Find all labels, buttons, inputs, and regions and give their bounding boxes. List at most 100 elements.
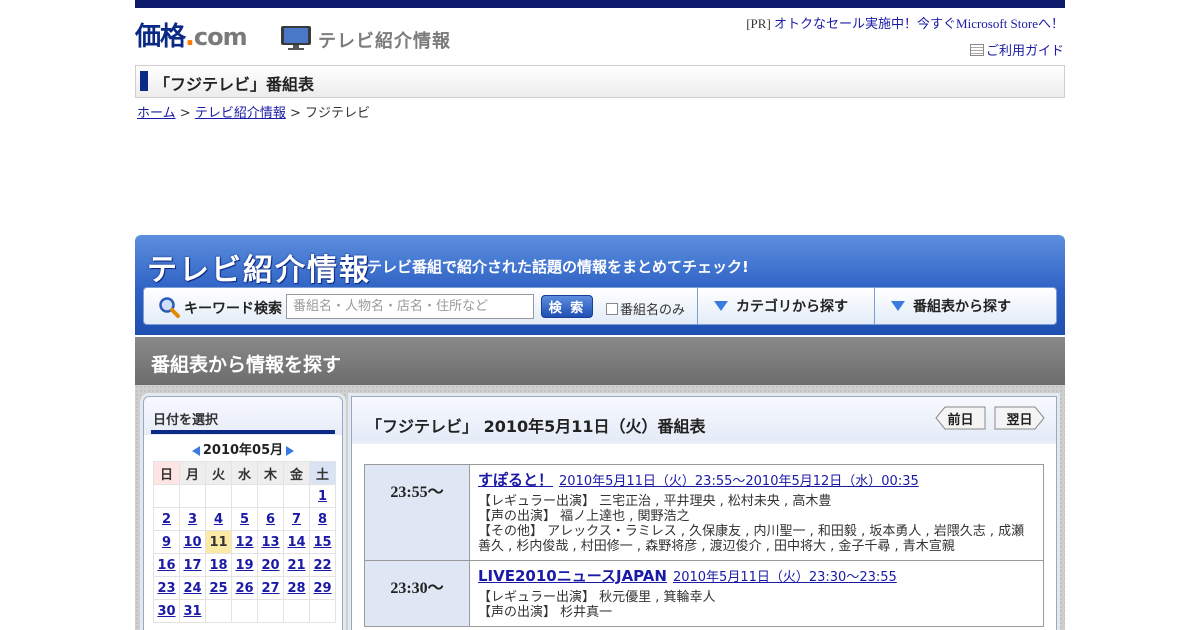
calendar-day[interactable]: 23 — [153, 576, 180, 600]
program-title-link[interactable]: すぽると！ — [478, 471, 553, 489]
calendar-day[interactable]: 26 — [231, 576, 258, 600]
program-airtime-link[interactable]: 2010年5月11日（火）23:55～2010年5月12日（水）00:35 — [559, 474, 919, 489]
keyword-search-label: キーワード検索 — [184, 301, 282, 317]
breadcrumb: ホーム > テレビ紹介情報 > フジテレビ — [137, 102, 370, 121]
calendar-day[interactable]: 30 — [153, 599, 180, 623]
calendar-day[interactable]: 22 — [309, 553, 336, 577]
calendar-day[interactable]: 13 — [257, 530, 284, 554]
calendar-day[interactable]: 6 — [257, 507, 284, 531]
calendar-day[interactable]: 15 — [309, 530, 336, 554]
guide-link-wrap[interactable]: ご利用ガイド — [969, 40, 1064, 59]
calendar-day[interactable]: 28 — [283, 576, 310, 600]
calendar-day-link[interactable]: 25 — [209, 581, 227, 596]
calendar-day[interactable]: 14 — [283, 530, 310, 554]
calendar-day-link[interactable]: 23 — [157, 581, 175, 596]
calendar-day-link[interactable]: 30 — [157, 604, 175, 619]
calendar-day[interactable]: 2 — [153, 507, 180, 531]
calendar-day-link[interactable]: 18 — [209, 558, 227, 573]
calendar-day-link[interactable]: 6 — [266, 512, 275, 527]
guide-link[interactable]: ご利用ガイド — [986, 40, 1064, 59]
program-name-only-checkbox[interactable]: 番組名のみ — [606, 299, 685, 318]
search-button[interactable]: 検 索 — [541, 295, 593, 318]
calendar-day[interactable]: 10 — [179, 530, 206, 554]
breadcrumb-home[interactable]: ホーム — [137, 106, 176, 121]
calendar-day[interactable]: 1 — [309, 484, 336, 508]
calendar-day[interactable]: 18 — [205, 553, 232, 577]
cast-line: 【レギュラー出演】 三宅正治 , 平井理央 , 松村未央 , 高木豊 — [478, 494, 832, 509]
calendar-rule — [151, 430, 335, 434]
calendar-day-link[interactable]: 17 — [183, 558, 201, 573]
calendar-day[interactable]: 17 — [179, 553, 206, 577]
calendar-day-link[interactable]: 24 — [183, 581, 201, 596]
calendar-day[interactable]: 3 — [179, 507, 206, 531]
calendar-day-link[interactable]: 8 — [318, 512, 327, 527]
calendar-day-link[interactable]: 3 — [188, 512, 197, 527]
schedule-search-link[interactable]: 番組表から探す — [874, 288, 1057, 324]
next-day-label: 翌日 — [1006, 412, 1033, 428]
calendar-day[interactable]: 27 — [257, 576, 284, 600]
calendar-day-link[interactable]: 31 — [183, 604, 201, 619]
calendar-grid: 日月火水木金土 1 2 3 4 5 6 7 8 9 10 11 12 13 14 15 16 17 18 19 20 2… — [153, 461, 336, 623]
checkbox-box[interactable] — [606, 302, 618, 315]
prev-day-button[interactable]: 前日 — [935, 406, 986, 430]
calendar-day[interactable]: 5 — [231, 507, 258, 531]
section-logo-title[interactable]: テレビ紹介情報 — [318, 27, 451, 53]
triangle-down-icon — [891, 301, 905, 311]
prev-month-icon[interactable] — [191, 445, 200, 456]
kakaku-logo[interactable]: 価格.com — [135, 20, 248, 52]
calendar-day-link[interactable]: 29 — [313, 581, 331, 596]
calendar-day-link[interactable]: 9 — [162, 535, 171, 550]
calendar-day[interactable]: 12 — [231, 530, 258, 554]
pr-link[interactable]: オトクなセール実施中！今すぐMicrosoft Storeへ！ — [774, 16, 1064, 31]
calendar-day-link[interactable]: 14 — [287, 535, 305, 550]
calendar-day[interactable]: 20 — [257, 553, 284, 577]
calendar-week: 2 3 4 5 6 7 8 — [153, 507, 336, 531]
calendar-day-link[interactable]: 2 — [162, 512, 171, 527]
calendar-day[interactable]: 31 — [179, 599, 206, 623]
calendar-day[interactable]: 19 — [231, 553, 258, 577]
program-details: すぽると！ 2010年5月11日（火）23:55～2010年5月12日（水）00:… — [470, 465, 1043, 560]
calendar-day-link[interactable]: 10 — [183, 535, 201, 550]
cast-line: 【その他】 アレックス・ラミレス , 久保康友 , 内川聖一 , 和田毅 , 坂… — [478, 524, 1025, 554]
cast-line: 【声の出演】 杉井真一 — [478, 605, 613, 620]
breadcrumb-tv-info[interactable]: テレビ紹介情報 — [195, 106, 286, 121]
guide-document-icon — [969, 43, 984, 56]
calendar-day[interactable]: 25 — [205, 576, 232, 600]
calendar-day[interactable]: 21 — [283, 553, 310, 577]
calendar-day-link[interactable]: 28 — [287, 581, 305, 596]
calendar-day-link[interactable]: 26 — [235, 581, 253, 596]
calendar-day-link[interactable]: 4 — [214, 512, 223, 527]
program-name-only-label: 番組名のみ — [620, 303, 686, 318]
calendar-day-link[interactable]: 20 — [261, 558, 279, 573]
calendar-day-link[interactable]: 16 — [157, 558, 175, 573]
calendar-day-link[interactable]: 22 — [313, 558, 331, 573]
calendar-day-link[interactable]: 7 — [292, 512, 301, 527]
calendar-day-link[interactable]: 5 — [240, 512, 249, 527]
program-row: 23:30～ LIVE2010ニュースJAPAN 2010年5月11日（火）23:3… — [364, 561, 1044, 627]
calendar-day — [309, 599, 336, 623]
calendar-day[interactable]: 24 — [179, 576, 206, 600]
calendar-day[interactable]: 29 — [309, 576, 336, 600]
calendar-day-link[interactable]: 15 — [313, 535, 331, 550]
program-airtime-link[interactable]: 2010年5月11日（火）23:30～23:55 — [673, 570, 897, 585]
calendar-day[interactable]: 8 — [309, 507, 336, 531]
next-month-icon[interactable] — [286, 445, 295, 456]
keyword-search-input[interactable] — [286, 294, 534, 319]
next-day-button[interactable]: 翌日 — [994, 406, 1045, 430]
title-marker — [140, 71, 148, 91]
calendar-day-link[interactable]: 12 — [235, 535, 253, 550]
category-search-link[interactable]: カテゴリから探す — [697, 288, 874, 324]
program-title-link[interactable]: LIVE2010ニュースJAPAN — [478, 567, 667, 585]
calendar-day-link[interactable]: 27 — [261, 581, 279, 596]
calendar-week: 23 24 25 26 27 28 29 — [153, 576, 336, 600]
banner-title: テレビ紹介情報 — [147, 253, 371, 288]
calendar-day[interactable]: 9 — [153, 530, 180, 554]
calendar-day[interactable]: 7 — [283, 507, 310, 531]
calendar-day[interactable]: 16 — [153, 553, 180, 577]
schedule-heading: 「フジテレビ」 2010年5月11日（火）番組表 — [366, 417, 706, 436]
calendar-day-link[interactable]: 1 — [318, 489, 327, 504]
calendar-day-link[interactable]: 19 — [235, 558, 253, 573]
calendar-day[interactable]: 4 — [205, 507, 232, 531]
calendar-day-link[interactable]: 21 — [287, 558, 305, 573]
calendar-day-link[interactable]: 13 — [261, 535, 279, 550]
